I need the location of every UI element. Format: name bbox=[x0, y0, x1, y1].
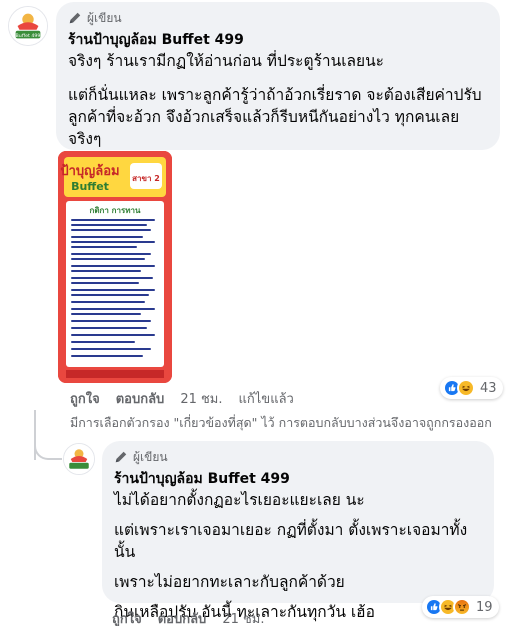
comment-actions: ถูกใจ ตอบกลับ 21 ชม. แก้ไขแล้ว bbox=[70, 388, 294, 409]
angry-icon bbox=[453, 598, 471, 616]
reply-line: แต่เพราะเราเจอมาเยอะ กฏที่ตั้งมา ตั้งเพร… bbox=[114, 521, 468, 561]
laugh-icon bbox=[457, 379, 475, 397]
reply-author-name[interactable]: ร้านป้าบุญล้อม Buffet 499 bbox=[114, 469, 482, 489]
thread-connector bbox=[34, 440, 62, 460]
timestamp[interactable]: 21 ชม. bbox=[180, 388, 222, 409]
author-badge-label: ผู้เขียน bbox=[87, 10, 122, 25]
author-badge: ผู้เขียน bbox=[114, 447, 482, 467]
reply-reaction-summary[interactable]: 19 bbox=[422, 596, 499, 618]
reply-button[interactable]: ตอบกลับ bbox=[116, 388, 165, 409]
poster-branch: สาขา 2 bbox=[132, 174, 160, 183]
comment-line: แต่ก็นั่นแหละ เพราะลูกค้ารู้ว่าถ้าอ้วกเร… bbox=[68, 86, 482, 104]
poster-subheading: Buffet bbox=[71, 180, 109, 193]
author-badge: ผู้เขียน bbox=[68, 8, 488, 28]
author-name[interactable]: ร้านป้าบุญล้อม Buffet 499 bbox=[68, 30, 488, 50]
reply-bubble: ผู้เขียน ร้านป้าบุญล้อม Buffet 499 ไม่ได… bbox=[102, 441, 494, 621]
reply-line: ไม่ได้อยากตั้งกฏอะไรเยอะแยะเลย นะ bbox=[114, 491, 365, 509]
rules-poster-image: ป้าบุญล้อม Buffet สาขา 2 กติกา การทาน bbox=[58, 151, 172, 383]
filter-notice: มีการเลือกตัวกรอง "เกี่ยวข้องที่สุด" ไว้… bbox=[70, 415, 492, 430]
reply-line: เพราะไม่อยากทะเลาะกับลูกค้าด้วย bbox=[114, 573, 345, 591]
poster-rules-title: กติกา การทาน bbox=[89, 206, 141, 215]
attached-rules-poster[interactable]: ป้าบุญล้อม Buffet สาขา 2 กติกา การทาน bbox=[58, 151, 172, 383]
comment-line: จริงๆ bbox=[68, 130, 102, 148]
timestamp[interactable]: 21 ชม. bbox=[222, 608, 264, 626]
poster-heading: ป้าบุญล้อม bbox=[60, 163, 119, 179]
pen-icon bbox=[68, 11, 82, 25]
reaction-count: 19 bbox=[476, 599, 493, 615]
shop-logo-icon: Buffet 499 bbox=[9, 7, 47, 45]
author-avatar[interactable]: Buffet 499 bbox=[8, 6, 48, 46]
reaction-count: 43 bbox=[480, 380, 497, 396]
pen-icon bbox=[114, 450, 128, 464]
shop-logo-icon bbox=[64, 444, 94, 474]
comment-text: จริงๆ ร้านเรามีกฏให้อ่านก่อน ที่ประตูร้า… bbox=[68, 50, 488, 150]
reply-button[interactable]: ตอบกลับ bbox=[158, 608, 207, 626]
author-badge-label: ผู้เขียน bbox=[133, 449, 168, 464]
comment-line: ลูกค้าที่จะอ้วก จึงอ้วกเสร็จแล้วก็รีบหนี… bbox=[68, 108, 460, 126]
reaction-summary[interactable]: 43 bbox=[440, 377, 503, 399]
edited-label[interactable]: แก้ไขแล้ว bbox=[239, 388, 294, 409]
comment-line: จริงๆ ร้านเรามีกฏให้อ่านก่อน ที่ประตูร้า… bbox=[68, 52, 384, 70]
like-button[interactable]: ถูกใจ bbox=[112, 608, 142, 626]
reply-author-avatar[interactable] bbox=[63, 443, 95, 475]
like-button[interactable]: ถูกใจ bbox=[70, 388, 100, 409]
avatar-logo-text: Buffet 499 bbox=[16, 33, 41, 39]
reply-actions: ถูกใจ ตอบกลับ 21 ชม. bbox=[112, 608, 265, 626]
comment-bubble: ผู้เขียน ร้านป้าบุญล้อม Buffet 499 จริงๆ… bbox=[56, 2, 500, 150]
